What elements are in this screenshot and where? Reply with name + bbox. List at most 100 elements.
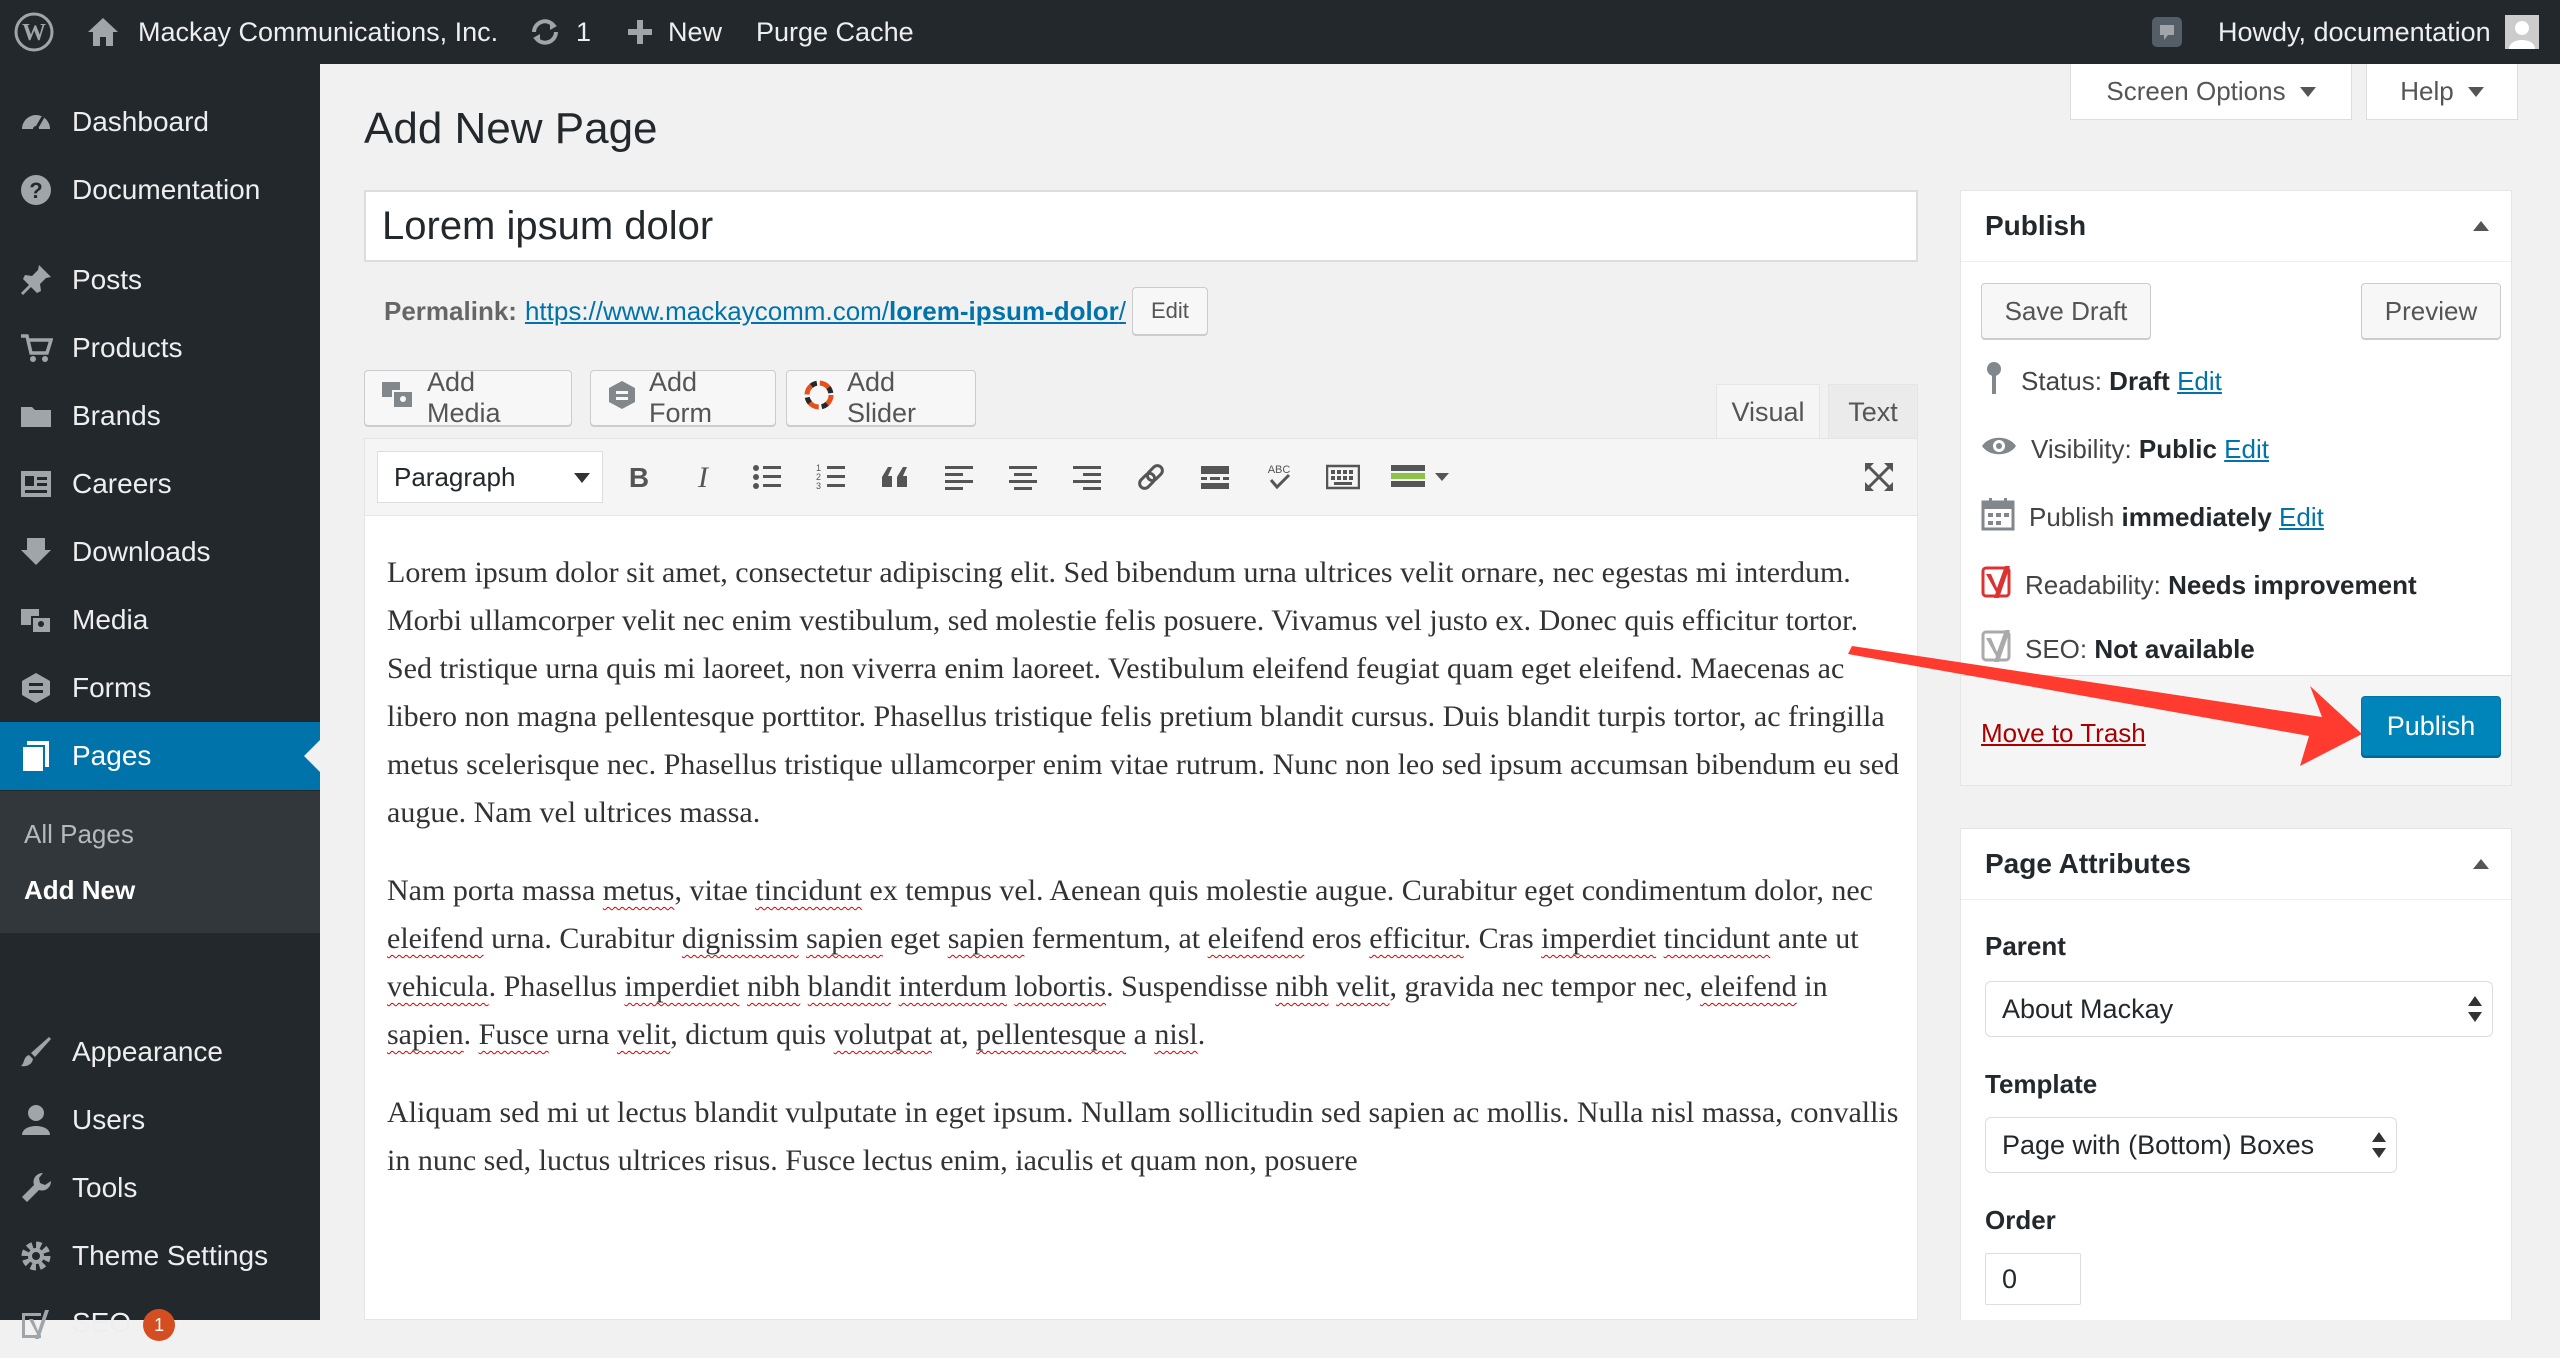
collapse-toggle-icon[interactable] bbox=[2473, 859, 2489, 869]
italic-icon[interactable]: I bbox=[683, 457, 723, 497]
screen-options-button[interactable]: Screen Options bbox=[2070, 64, 2352, 120]
updates-icon bbox=[528, 15, 562, 49]
save-draft-button[interactable]: Save Draft bbox=[1981, 283, 2151, 339]
user-icon bbox=[18, 1102, 54, 1138]
add-form-button[interactable]: Add Form bbox=[590, 367, 776, 428]
link-icon[interactable] bbox=[1131, 457, 1171, 497]
content-editor[interactable]: Paragraph B I 123 ABC Lorem ipsum dolor … bbox=[364, 438, 1918, 1320]
yoast-readability-icon bbox=[1981, 564, 2017, 607]
cart-icon bbox=[18, 330, 54, 366]
sidebar-item-seo[interactable]: SEO 1 bbox=[0, 1290, 320, 1358]
align-center-icon[interactable] bbox=[1003, 457, 1043, 497]
publish-date-row: Publish immediately Edit bbox=[1981, 497, 2324, 537]
yoast-seo-icon bbox=[1981, 628, 2017, 671]
avatar bbox=[2504, 15, 2539, 49]
wordpress-logo-icon[interactable]: W bbox=[14, 0, 54, 64]
seo-row: SEO: Not available bbox=[1981, 629, 2255, 669]
permalink-slug: lorem-ipsum-dolor bbox=[889, 295, 1119, 326]
blockquote-icon[interactable] bbox=[875, 457, 915, 497]
download-icon bbox=[18, 534, 54, 570]
user-account-link[interactable]: Howdy, documentation bbox=[2218, 0, 2539, 64]
visibility-label: Visibility: bbox=[2031, 433, 2132, 464]
forms-icon bbox=[18, 670, 54, 706]
spellcheck-icon[interactable]: ABC bbox=[1259, 457, 1299, 497]
template-select[interactable]: Page with (Bottom) Boxes bbox=[1985, 1117, 2397, 1173]
parent-label: Parent bbox=[1985, 931, 2066, 961]
sidebar-item-tools[interactable]: Tools bbox=[0, 1154, 320, 1222]
numbered-list-icon[interactable]: 123 bbox=[811, 457, 851, 497]
brush-icon bbox=[18, 1034, 54, 1070]
sidebar-item-downloads[interactable]: Downloads bbox=[0, 518, 320, 586]
tab-text[interactable]: Text bbox=[1828, 384, 1918, 440]
publish-box-title: Publish bbox=[1961, 191, 2511, 262]
keyboard-icon[interactable] bbox=[1323, 457, 1363, 497]
updates-count: 1 bbox=[576, 16, 592, 47]
visibility-edit-link[interactable]: Edit bbox=[2224, 434, 2269, 464]
align-right-icon[interactable] bbox=[1067, 457, 1107, 497]
publish-date-edit-link[interactable]: Edit bbox=[2279, 502, 2324, 532]
sidebar-item-pages[interactable]: Pages bbox=[0, 722, 320, 790]
sidebar-item-media[interactable]: Media bbox=[0, 586, 320, 654]
order-input[interactable]: 0 bbox=[1985, 1253, 2081, 1305]
preview-button[interactable]: Preview bbox=[2361, 283, 2501, 339]
sidebar-item-forms[interactable]: Forms bbox=[0, 654, 320, 722]
select-arrows-icon bbox=[2468, 994, 2482, 1024]
editor-toolbar: Paragraph B I 123 ABC bbox=[365, 439, 1917, 516]
status-edit-link[interactable]: Edit bbox=[2177, 366, 2222, 396]
submenu-item-all-pages[interactable]: All Pages bbox=[24, 819, 134, 850]
admin-sidebar: Dashboard ? Documentation Posts Products… bbox=[0, 64, 320, 1341]
sidebar-item-label: Careers bbox=[72, 468, 172, 499]
add-media-button[interactable]: Add Media bbox=[364, 367, 572, 428]
wrench-icon bbox=[18, 1170, 54, 1206]
purge-cache-link[interactable]: Purge Cache bbox=[756, 0, 914, 64]
tab-visual[interactable]: Visual bbox=[1716, 384, 1820, 440]
sidebar-item-theme-settings[interactable]: Theme Settings bbox=[0, 1222, 320, 1290]
media-icon bbox=[18, 602, 54, 638]
chevron-down-icon bbox=[2467, 86, 2484, 97]
add-slider-label: Add Slider bbox=[847, 367, 917, 428]
fullscreen-icon[interactable] bbox=[1859, 457, 1899, 497]
sidebar-item-posts[interactable]: Posts bbox=[0, 246, 320, 314]
site-name-link[interactable]: Mackay Communications, Inc. bbox=[86, 0, 498, 64]
format-select[interactable]: Paragraph bbox=[377, 451, 603, 503]
bold-icon[interactable]: B bbox=[619, 457, 659, 497]
updates-link[interactable]: 1 bbox=[528, 0, 591, 64]
status-value: Draft bbox=[2109, 365, 2170, 396]
permalink-edit-button[interactable]: Edit bbox=[1131, 287, 1208, 335]
publish-button[interactable]: Publish bbox=[2361, 696, 2501, 756]
collapse-toggle-icon[interactable] bbox=[2473, 221, 2489, 231]
bullet-list-icon[interactable] bbox=[747, 457, 787, 497]
align-left-icon[interactable] bbox=[939, 457, 979, 497]
new-content-link[interactable]: New bbox=[626, 0, 722, 64]
template-label: Template bbox=[1985, 1069, 2098, 1099]
permalink-link[interactable]: https://www.mackaycomm.com/lorem-ipsum-d… bbox=[525, 296, 1126, 327]
editor-content[interactable]: Lorem ipsum dolor sit amet, consectetur … bbox=[387, 549, 1907, 1215]
sidebar-item-careers[interactable]: Careers bbox=[0, 450, 320, 518]
notifications-icon[interactable] bbox=[2150, 0, 2184, 64]
permalink-end: / bbox=[1118, 295, 1126, 326]
sidebar-item-products[interactable]: Products bbox=[0, 314, 320, 382]
parent-select[interactable]: About Mackay bbox=[1985, 981, 2493, 1037]
svg-text:?: ? bbox=[29, 178, 42, 203]
svg-text:W: W bbox=[22, 20, 46, 46]
current-menu-arrow bbox=[304, 740, 320, 772]
sidebar-item-documentation[interactable]: ? Documentation bbox=[0, 156, 320, 224]
sidebar-item-users[interactable]: Users bbox=[0, 1086, 320, 1154]
sidebar-item-brands[interactable]: Brands bbox=[0, 382, 320, 450]
seo-status-value: Not available bbox=[2094, 633, 2255, 664]
slider-icon bbox=[803, 379, 835, 418]
add-slider-button[interactable]: Add Slider bbox=[786, 367, 976, 428]
sidebar-item-dashboard[interactable]: Dashboard bbox=[0, 88, 320, 156]
permalink-label: Permalink: bbox=[384, 295, 517, 326]
post-title-input[interactable]: Lorem ipsum dolor bbox=[364, 190, 1918, 262]
add-media-label: Add Media bbox=[427, 367, 501, 428]
move-to-trash-link[interactable]: Move to Trash bbox=[1981, 718, 2146, 749]
color-picker-icon[interactable] bbox=[1387, 457, 1457, 497]
submenu-item-add-new[interactable]: Add New bbox=[24, 875, 135, 906]
sidebar-item-appearance[interactable]: Appearance bbox=[0, 1018, 320, 1086]
seo-badge: 1 bbox=[143, 1308, 176, 1341]
sidebar-item-label: Pages bbox=[72, 740, 152, 771]
help-button[interactable]: Help bbox=[2366, 64, 2518, 120]
read-more-icon[interactable] bbox=[1195, 457, 1235, 497]
sidebar-item-label: Brands bbox=[72, 400, 161, 431]
